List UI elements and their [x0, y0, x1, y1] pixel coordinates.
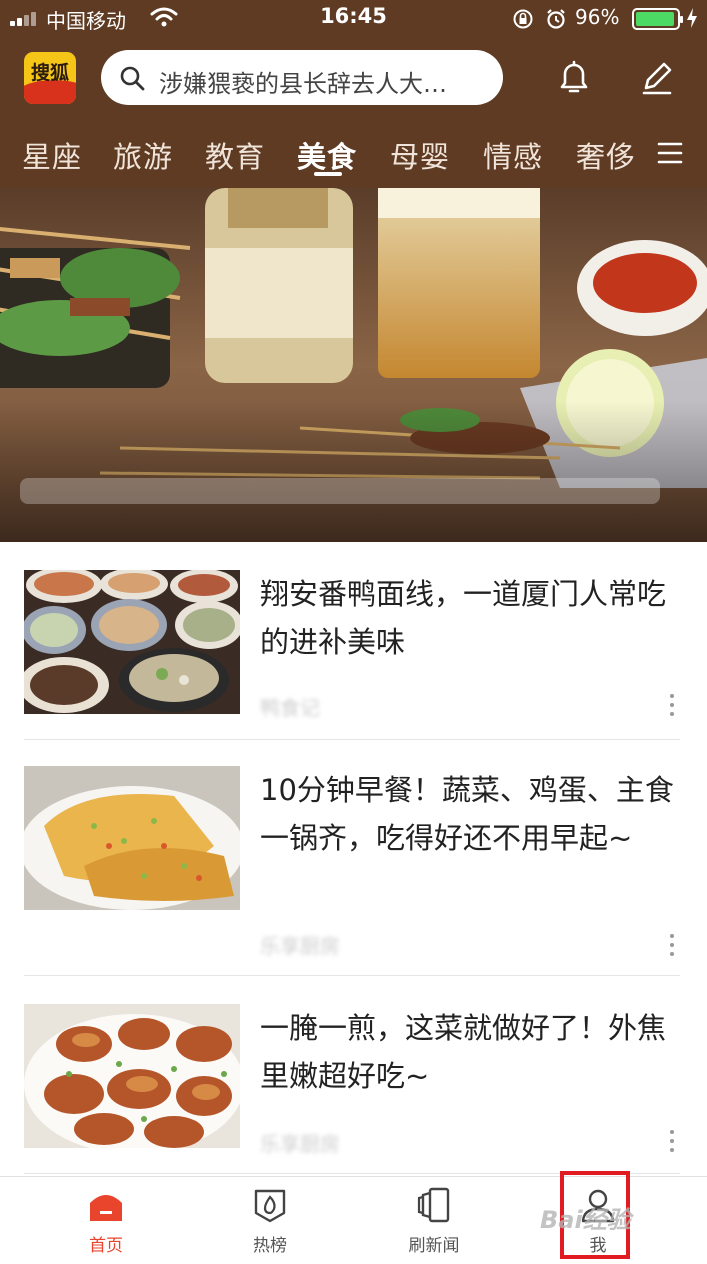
search-bar[interactable]: 涉嫌猥亵的县长辞去人大… — [101, 50, 503, 105]
feed-item-source: 乐享厨房 — [260, 1132, 340, 1156]
alarm-icon — [547, 9, 565, 29]
feed-item-title: 翔安番鸭面线，一道厦门人常吃的进补美味 — [260, 577, 667, 659]
more-options-icon[interactable] — [670, 694, 674, 716]
tab-home[interactable]: 首页 — [56, 1187, 156, 1256]
tab-hot[interactable]: 热榜 — [220, 1187, 320, 1256]
edit-icon[interactable] — [638, 58, 674, 96]
watermark: Bai经验 — [540, 1206, 631, 1234]
tab-home-label: 首页 — [89, 1236, 123, 1256]
feed-item-title: 一腌一煎，这菜就做好了！外焦里嫩超好吃~ — [260, 1011, 667, 1093]
tab-news-label: 刷新闻 — [408, 1236, 460, 1256]
tab-lvyou[interactable]: 旅游 — [113, 134, 173, 176]
battery-level-fill — [636, 12, 675, 26]
tab-news[interactable]: 刷新闻 — [384, 1187, 484, 1256]
thumbnail-chicken-wings — [24, 1004, 240, 1148]
tab-hot-label: 热榜 — [253, 1236, 287, 1256]
cards-icon — [417, 1187, 450, 1223]
fire-icon — [254, 1189, 286, 1223]
charging-icon — [687, 8, 697, 28]
tab-xingzuo[interactable]: 星座 — [22, 134, 82, 176]
active-tab-indicator — [314, 172, 342, 176]
rotation-lock-icon — [513, 9, 533, 29]
channel-tabs: 星座 旅游 教育 美食 母婴 情感 奢侈 — [0, 128, 707, 178]
tab-jiaoyu[interactable]: 教育 — [205, 134, 265, 176]
feed-item-source: 乐享厨房 — [260, 934, 340, 958]
status-bar: 中国移动 16:45 96% — [0, 0, 707, 36]
banner-photo — [0, 188, 707, 542]
tab-muying[interactable]: 母婴 — [390, 134, 450, 176]
header: 中国移动 16:45 96% 搜狐 涉嫌猥亵的县长辞去人大… 星座 旅游 教育 … — [0, 0, 707, 188]
hamburger-icon[interactable] — [657, 140, 683, 166]
battery-icon — [632, 8, 683, 30]
thumbnail-seafood — [24, 570, 240, 714]
battery-percent: 96% — [575, 5, 620, 29]
sohu-logo[interactable]: 搜狐 — [24, 52, 76, 104]
tab-qinggan[interactable]: 情感 — [483, 134, 543, 176]
feed-item[interactable]: 一腌一煎，这菜就做好了！外焦里嫩超好吃~ 乐享厨房 — [24, 1004, 680, 1174]
more-options-icon[interactable] — [670, 1130, 674, 1152]
featured-banner[interactable] — [0, 188, 707, 542]
search-icon — [120, 66, 145, 91]
more-options-icon[interactable] — [670, 934, 674, 956]
tab-meishi[interactable]: 美食 — [297, 134, 357, 176]
feed-item-source: 鸭食记 — [260, 696, 320, 720]
feed-item-title: 10分钟早餐！蔬菜、鸡蛋、主食一锅齐，吃得好还不用早起~ — [260, 773, 674, 855]
feed-item[interactable]: 翔安番鸭面线，一道厦门人常吃的进补美味 鸭食记 — [24, 570, 680, 740]
bell-icon[interactable] — [556, 58, 592, 96]
home-icon — [90, 1195, 122, 1221]
feed-item[interactable]: 10分钟早餐！蔬菜、鸡蛋、主食一锅齐，吃得好还不用早起~ 乐享厨房 — [24, 766, 680, 976]
app-screen: 中国移动 16:45 96% 搜狐 涉嫌猥亵的县长辞去人大… 星座 旅游 教育 … — [0, 0, 707, 1264]
logo-text: 搜狐 — [30, 62, 69, 84]
tab-shechi[interactable]: 奢侈 — [576, 134, 636, 176]
thumbnail-egg-pancake — [24, 766, 240, 910]
search-placeholder: 涉嫌猥亵的县长辞去人大… — [159, 70, 447, 98]
